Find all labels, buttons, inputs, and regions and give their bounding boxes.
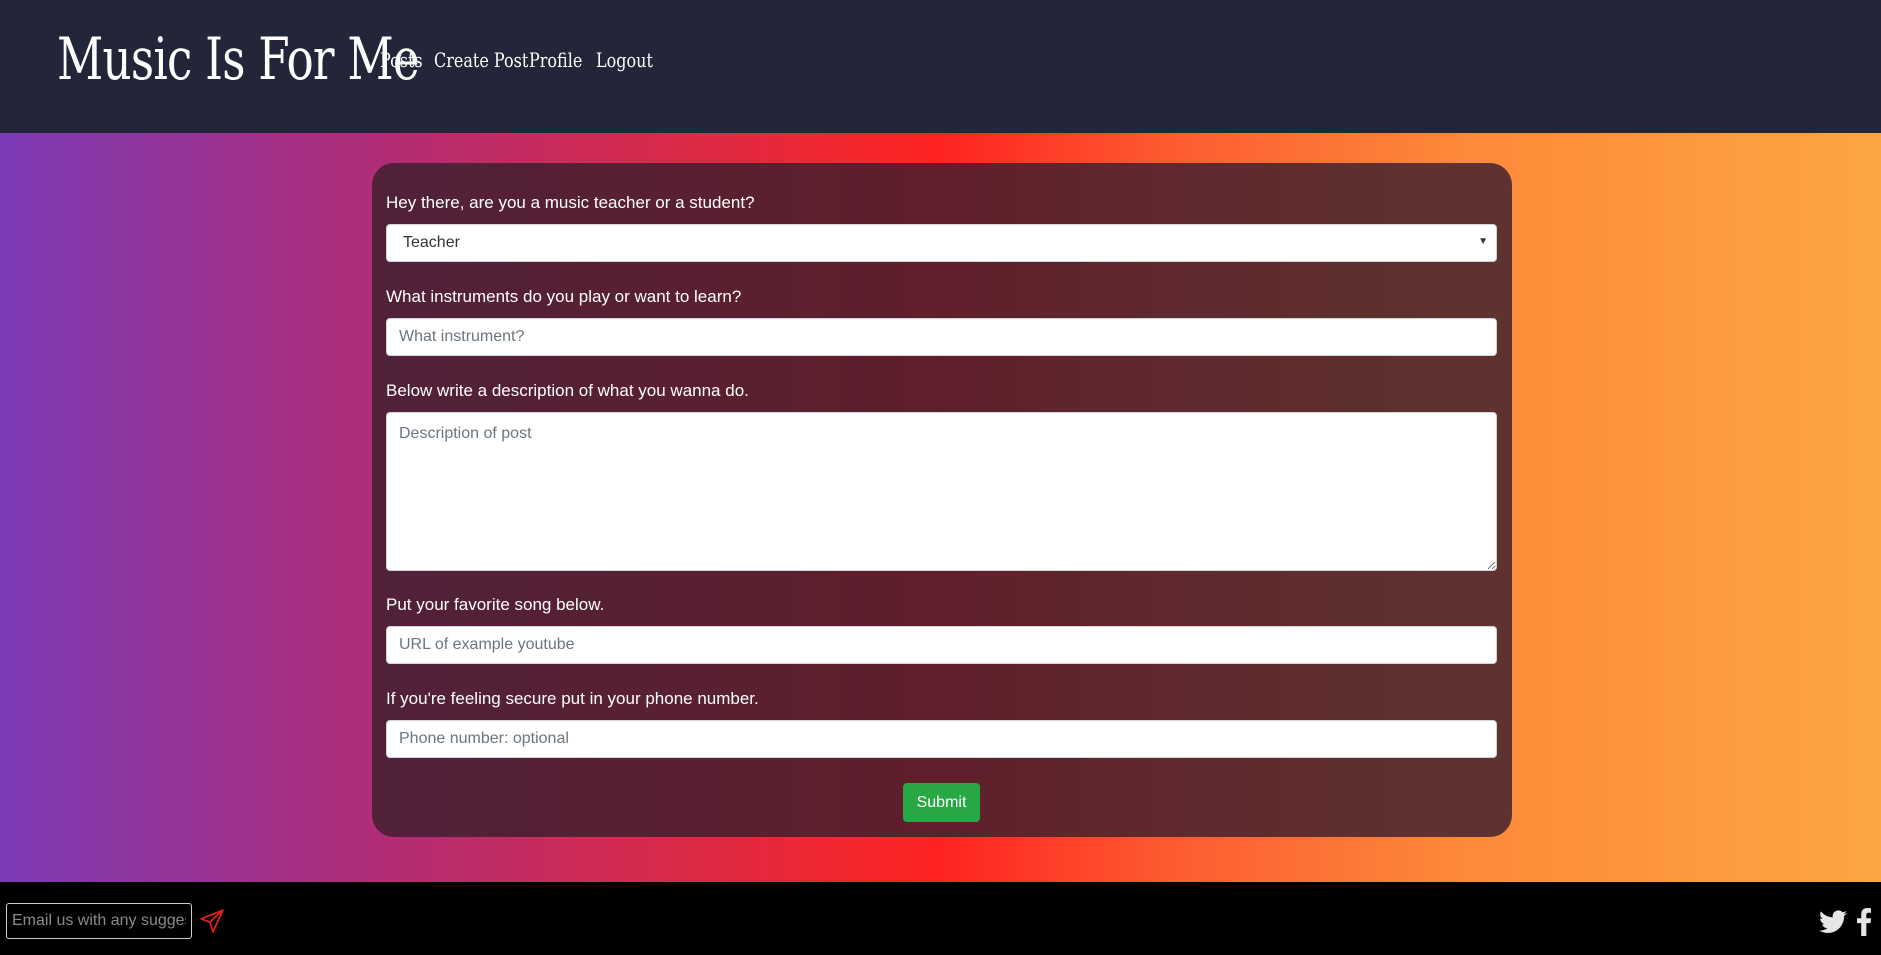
role-select-value: Teacher [403,234,460,251]
submit-button[interactable]: Submit [903,783,980,822]
main-background: Hey there, are you a music teacher or a … [0,133,1881,882]
role-select[interactable]: Teacher ▼ [386,224,1497,262]
facebook-icon[interactable] [1856,908,1872,936]
site-brand[interactable]: Music Is For Me [57,22,420,96]
description-textarea[interactable] [386,412,1497,571]
description-label: Below write a description of what you wa… [386,381,749,400]
nav-create-post[interactable]: Create Post [434,48,528,72]
song-url-input[interactable] [386,626,1497,664]
role-label: Hey there, are you a music teacher or a … [386,193,755,212]
main-nav: Posts Create Post Profile Logout [380,48,656,72]
phone-label: If you're feeling secure put in your pho… [386,689,759,708]
site-footer [0,882,1881,955]
chevron-down-icon: ▼ [1478,236,1488,247]
instrument-label: What instruments do you play or want to … [386,287,742,306]
song-label: Put your favorite song below. [386,595,605,614]
create-post-form: Hey there, are you a music teacher or a … [372,163,1512,837]
nav-posts[interactable]: Posts [380,48,423,72]
phone-input[interactable] [386,720,1497,758]
send-icon[interactable] [199,908,225,934]
nav-profile[interactable]: Profile [529,48,583,72]
twitter-icon[interactable] [1819,910,1847,934]
site-header: Music Is For Me Posts Create Post Profil… [0,0,1881,133]
email-suggestion-input[interactable] [6,903,192,939]
nav-logout[interactable]: Logout [596,48,653,72]
instrument-input[interactable] [386,318,1497,356]
